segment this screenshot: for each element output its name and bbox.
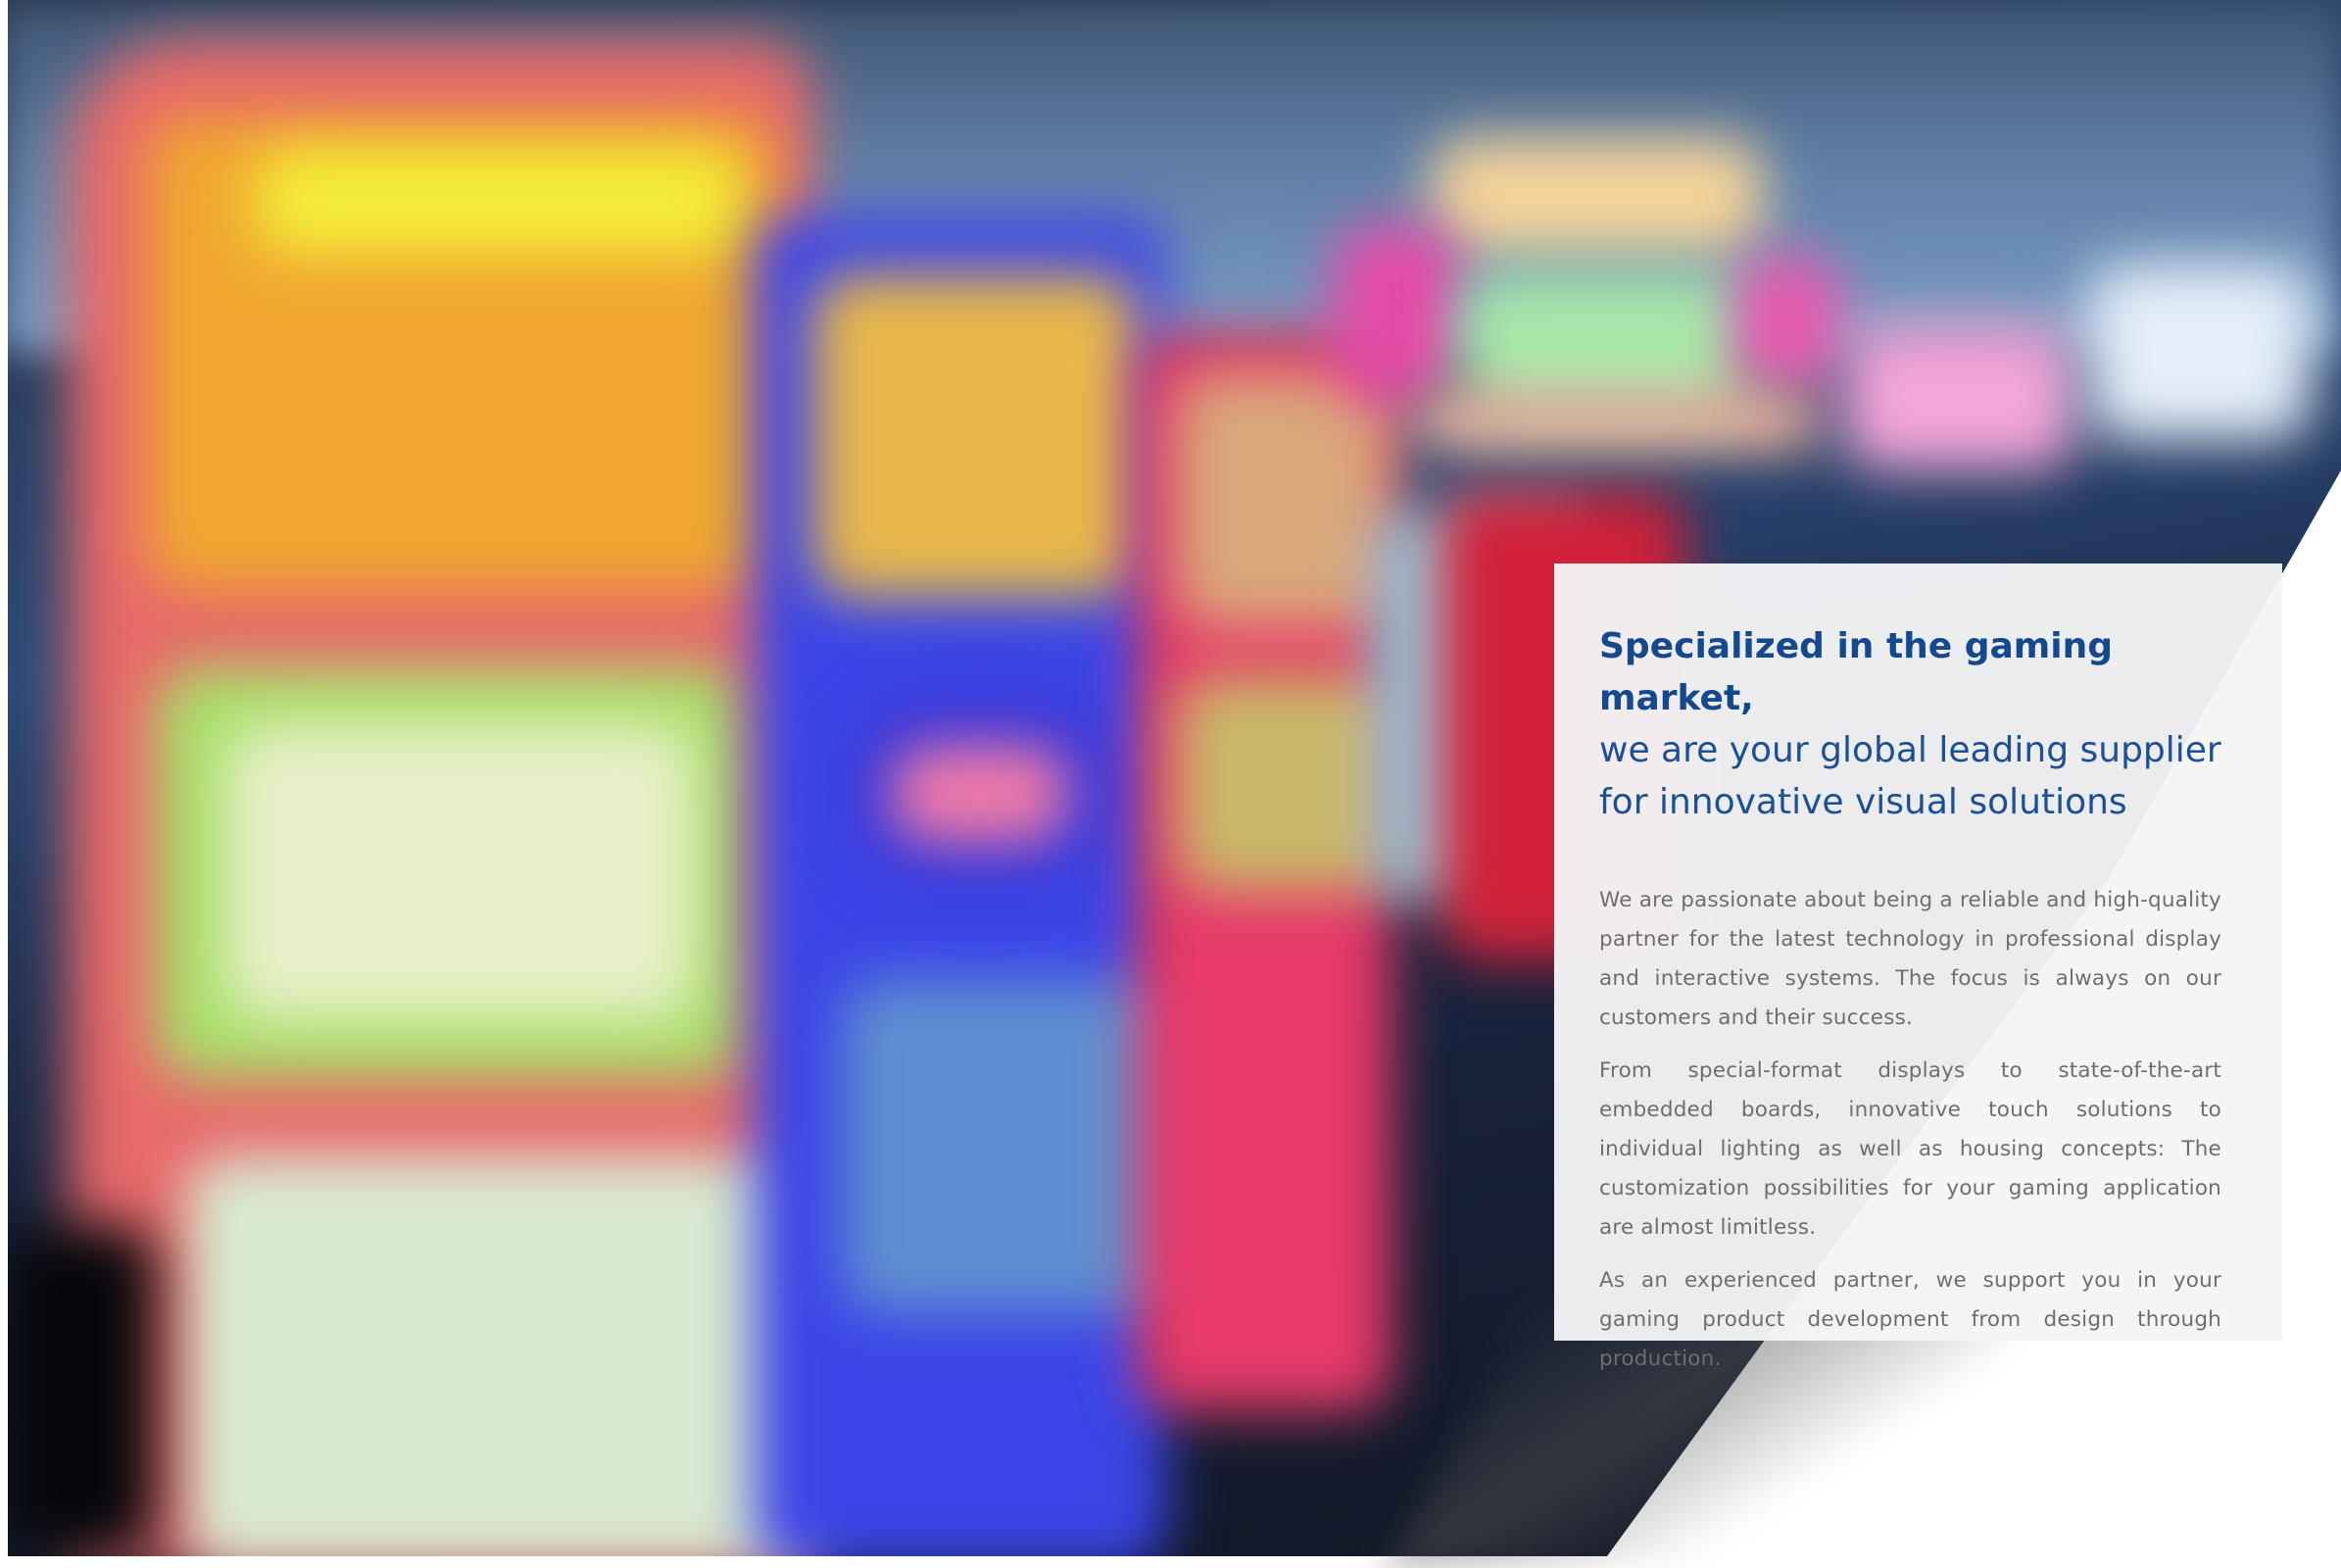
lower-dark-area <box>8 1225 157 1556</box>
slot-machine-right-screen <box>1176 372 1391 627</box>
headline-line-2: we are your global leading supplier <box>1599 730 2221 770</box>
slot-machine-left-mid-inner <box>225 725 696 1019</box>
slot-machine-right-lower <box>1176 676 1391 892</box>
page-left-margin <box>0 0 8 1556</box>
far-white-screen <box>2087 265 2313 441</box>
slot-machine-left-top-bar <box>255 147 745 255</box>
slot-machine-middle-top-screen <box>813 274 1137 598</box>
intro-paragraph-3: As an experienced partner, we support yo… <box>1599 1268 2221 1371</box>
far-pink-screen <box>1842 323 2077 470</box>
intro-panel: Specialized in the gaming market, we are… <box>1554 564 2282 1371</box>
intro-headline: Specialized in the gaming market, we are… <box>1599 620 2221 828</box>
slot-machine-middle-logo-text <box>892 745 1068 843</box>
intro-paragraph-1: We are passionate about being a reliable… <box>1599 888 2221 1030</box>
intro-paragraph-2: From special-format displays to state-of… <box>1599 1058 2221 1240</box>
headline-bold-line: Specialized in the gaming market, <box>1599 626 2114 718</box>
sign-left-magenta <box>1333 225 1460 402</box>
slot-machine-left-lower-screen <box>186 1156 813 1556</box>
sign-bar-peach <box>1411 392 1823 451</box>
headline-line-3: for innovative visual solutions <box>1599 782 2127 822</box>
sign-right-magenta <box>1734 255 1842 392</box>
sign-top-glow <box>1431 137 1764 255</box>
